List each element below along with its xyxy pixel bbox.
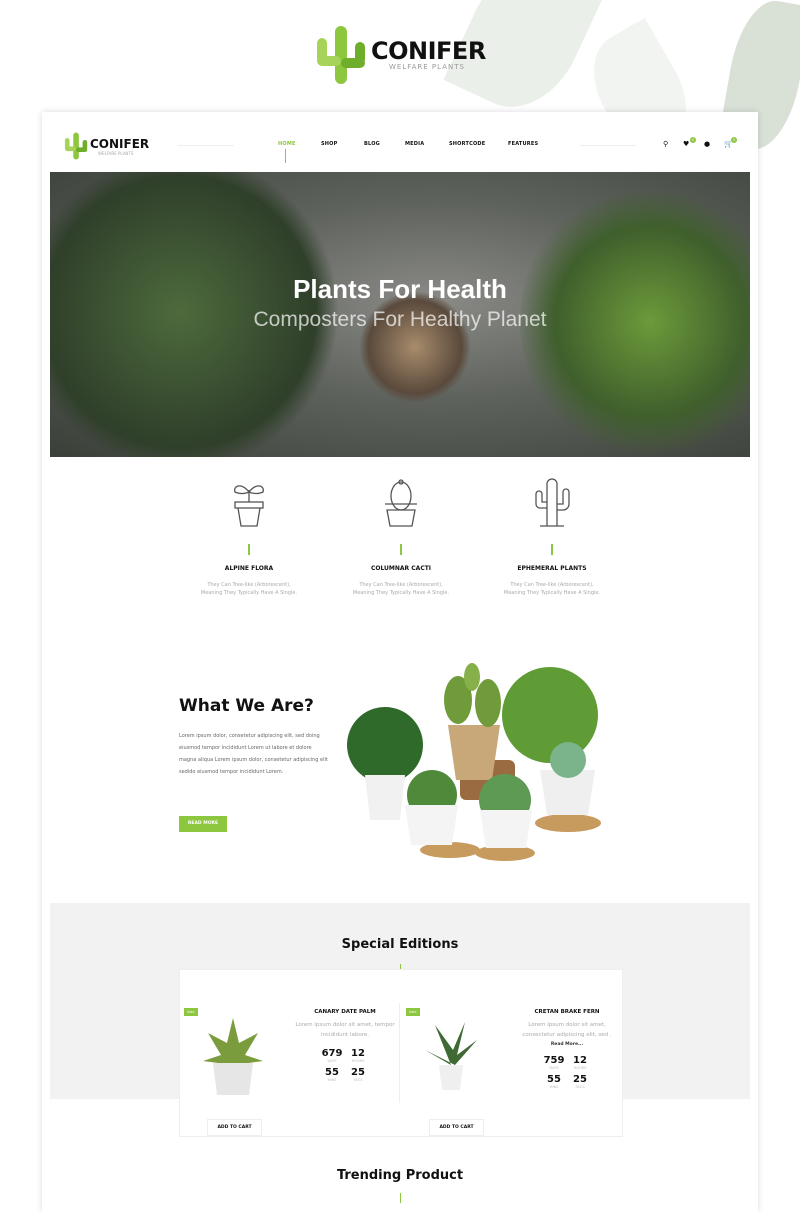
feature-title: ALPINE FLORA — [224, 565, 274, 572]
about-title: What We Are? — [179, 696, 314, 716]
accent-line — [551, 544, 553, 555]
cactus-logo-icon — [317, 26, 365, 84]
sale-badge: Sale — [406, 1008, 420, 1016]
section-title: Special Editions — [341, 937, 459, 952]
plant-pot-icon — [234, 485, 264, 527]
countdown-label: HOURS — [573, 1066, 587, 1070]
add-to-cart-button[interactable]: ADD TO CART — [207, 1119, 262, 1136]
hero-subtitle: Composters For Healthy Planet — [253, 308, 547, 331]
product-name[interactable]: CRETAN BRAKE FERN — [512, 1009, 622, 1015]
countdown-hours: 12 — [573, 1055, 587, 1066]
accent-line — [400, 1193, 401, 1203]
user-icon[interactable]: ● — [704, 140, 710, 148]
nav-media[interactable]: MEDIA — [405, 141, 424, 147]
feature-item: COLUMNAR CACTI They Can Tree-like (Arbor… — [326, 478, 476, 597]
brand-name: CONIFER — [90, 136, 150, 151]
product-desc: Lorem ipsum dolor sit amet, consectetur … — [522, 1022, 612, 1038]
feature-title: EPHEMERAL PLANTS — [517, 565, 587, 572]
countdown: 679 DAYS 12 HOURS 55 MINS 25 SECS — [319, 1048, 371, 1082]
header-logo[interactable]: CONIFER WELFARE PLANTS — [64, 130, 149, 162]
product-image[interactable] — [425, 1020, 477, 1092]
nav-shortcode[interactable]: SHORTCODE — [449, 141, 485, 147]
nav-features[interactable]: FEATURES — [508, 141, 538, 147]
plants-image — [347, 663, 601, 861]
cart-badge: 0 — [731, 137, 737, 143]
hero-title: Plants For Health — [293, 274, 507, 304]
search-icon[interactable]: ⚲ — [663, 140, 668, 148]
cactus-icon — [535, 478, 570, 527]
divider — [580, 145, 636, 146]
countdown-secs: 25 — [351, 1067, 365, 1078]
countdown-label: DAYS — [549, 1066, 559, 1070]
product-name[interactable]: CANARY DATE PALM — [290, 1009, 400, 1015]
product-info: CRETAN BRAKE FERN Lorem ipsum dolor sit … — [512, 1009, 622, 1089]
cactus-logo-icon — [64, 132, 88, 160]
countdown-label: HOURS — [351, 1059, 365, 1063]
brand-tagline: WELFARE PLANTS — [98, 150, 134, 156]
wishlist-badge: 0 — [690, 137, 696, 143]
read-more-link[interactable]: Read More... — [512, 1042, 622, 1047]
countdown-secs: 25 — [573, 1074, 587, 1085]
about-text: Lorem ipsum dolor, consetetur adipiscing… — [179, 733, 328, 775]
section-title: Trending Product — [336, 1168, 464, 1183]
nav-shop[interactable]: SHOP — [321, 141, 338, 147]
feature-title: COLUMNAR CACTI — [370, 565, 432, 572]
sale-badge: Sale — [184, 1008, 198, 1016]
countdown-days: 759 — [543, 1055, 565, 1066]
countdown-label: MINS — [549, 1085, 559, 1089]
product-image[interactable] — [203, 1013, 263, 1098]
feature-desc: They Can Tree-like (Arborescent), — [510, 582, 594, 588]
countdown-mins: 55 — [325, 1067, 339, 1078]
feature-item: EPHEMERAL PLANTS They Can Tree-like (Arb… — [477, 478, 627, 597]
hero-banner: Plants For Health Composters For Healthy… — [50, 172, 750, 457]
top-logo[interactable]: CONIFER WELFARE PLANTS — [315, 24, 486, 86]
countdown-label: SECS — [353, 1078, 363, 1082]
countdown-mins: 55 — [547, 1074, 561, 1085]
product-info: CANARY DATE PALM Lorem ipsum dolor sit a… — [290, 1009, 400, 1082]
feature-desc: Meaning They Typically Have A Single. — [503, 590, 601, 596]
accent-line — [400, 544, 402, 555]
heart-icon[interactable]: ♥ — [683, 140, 689, 148]
countdown-label: MINS — [327, 1078, 337, 1082]
brand-name: CONIFER — [371, 37, 486, 65]
nav-blog[interactable]: BLOG — [364, 141, 380, 147]
divider — [178, 145, 234, 146]
feature-desc: They Can Tree-like (Arborescent), — [359, 582, 443, 588]
feature-desc: Meaning They Typically Have A Single. — [352, 590, 450, 596]
feature-desc: Meaning They Typically Have A Single. — [200, 590, 298, 596]
read-more-button[interactable]: READ MORE — [179, 816, 227, 832]
product-desc: Lorem ipsum dolor sit amet, tempor incid… — [295, 1022, 395, 1038]
add-to-cart-button[interactable]: ADD TO CART — [429, 1119, 484, 1136]
accent-line — [248, 544, 250, 555]
countdown: 759 DAYS 12 HOURS 55 MINS 25 SECS — [541, 1055, 593, 1089]
countdown-label: DAYS — [327, 1059, 337, 1063]
active-indicator — [285, 149, 286, 163]
countdown-days: 679 — [321, 1048, 343, 1059]
cactus-pot-icon — [385, 479, 417, 527]
feature-item: ALPINE FLORA They Can Tree-like (Arbores… — [174, 478, 324, 597]
nav-home[interactable]: HOME — [278, 141, 296, 147]
feature-desc: They Can Tree-like (Arborescent), — [207, 582, 291, 588]
countdown-hours: 12 — [351, 1048, 365, 1059]
countdown-label: SECS — [575, 1085, 585, 1089]
